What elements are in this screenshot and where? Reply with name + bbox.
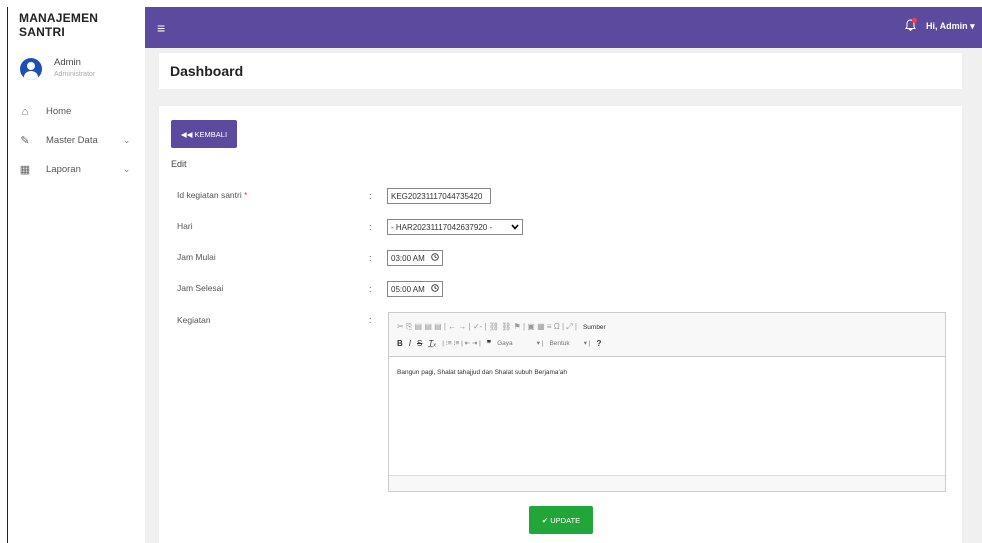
- colon: :: [369, 253, 372, 263]
- clock-icon: [431, 253, 439, 263]
- sidebar-item-laporan[interactable]: ▦ Laporan ⌄: [8, 155, 145, 184]
- sidebar-item-home[interactable]: ⌂ Home: [8, 97, 145, 126]
- source-button[interactable]: Sumber: [583, 324, 606, 331]
- jam-mulai-label: Jam Mulai: [177, 252, 216, 262]
- jam-selesai-value: 05:00 AM: [391, 284, 425, 294]
- hari-select[interactable]: - HAR20231117042637920 -: [387, 219, 523, 235]
- sidebar-item-master-data[interactable]: ✎ Master Data ⌄: [8, 126, 145, 155]
- style-dropdown[interactable]: Gaya: [497, 340, 513, 347]
- user-role: Administrator: [54, 70, 96, 78]
- user-name: Admin: [54, 56, 81, 68]
- italic-icon[interactable]: I: [409, 339, 411, 348]
- brand-title: MANAJEMEN SANTRI: [19, 11, 99, 39]
- remove-format-icon[interactable]: T̲ₓ: [428, 339, 436, 348]
- id-kegiatan-label-text: Id kegiatan santri: [177, 190, 242, 200]
- page-header: Dashboard: [159, 53, 962, 89]
- editor-tools-icons[interactable]: ✂ ⎘ ▤ ▤ ▤ | ← → | ✓- | ⛓ ⛓ ⚑ | ▣ ▦ ≡ Ω |…: [397, 322, 577, 332]
- user-panel: Admin Administrator: [8, 43, 145, 87]
- sidebar-item-label: Laporan: [46, 164, 81, 175]
- home-icon: ⌂: [21, 105, 29, 118]
- colon: :: [369, 315, 372, 325]
- required-marker: *: [244, 190, 248, 200]
- editor-toolbar-row-2: B I S T̲ₓ | ⁝≡ ⁝≡ | ⇤ ⇥ | ❞ Gaya ▾ | Ben…: [397, 335, 937, 351]
- section-label: Edit: [171, 159, 187, 169]
- editor-toolbar-row-1: ✂ ⎘ ▤ ▤ ▤ | ← → | ✓- | ⛓ ⛓ ⚑ | ▣ ▦ ≡ Ω |…: [397, 319, 937, 335]
- edit-icon: ✎: [20, 135, 30, 147]
- topbar: ≡ Hi, Admin ▾: [145, 7, 982, 48]
- sidebar-item-label: Master Data: [46, 135, 98, 146]
- clock-icon: [431, 284, 439, 294]
- jam-mulai-input[interactable]: 03:00 AM: [387, 250, 443, 266]
- sidebar: MANAJEMEN SANTRI Admin Administrator ⌂ H…: [7, 7, 145, 543]
- chevron-down-icon: ⌄: [123, 164, 131, 174]
- notification-dot: [912, 18, 917, 23]
- list-icons[interactable]: | ⁝≡ ⁝≡ | ⇤ ⇥ |: [442, 339, 481, 347]
- colon: :: [369, 222, 372, 232]
- calendar-icon: ▦: [19, 164, 31, 176]
- update-button[interactable]: ✔ UPDATE: [529, 506, 593, 534]
- id-kegiatan-input[interactable]: KEG20231117044735420: [387, 188, 491, 204]
- jam-selesai-label: Jam Selesai: [177, 283, 224, 293]
- chevron-down-icon: ▾ |: [583, 340, 591, 347]
- form-card: ◀◀ KEMBALI Edit Id kegiatan santri * : K…: [159, 106, 962, 543]
- jam-mulai-value: 03:00 AM: [391, 253, 425, 263]
- user-menu[interactable]: Hi, Admin ▾: [926, 21, 975, 32]
- avatar: [20, 57, 42, 80]
- hari-label: Hari: [177, 221, 193, 231]
- hamburger-menu-icon[interactable]: ≡: [157, 20, 165, 36]
- editor-content[interactable]: Bangun pagi, Shalat tahajjud dan Shalat …: [389, 357, 945, 475]
- chevron-down-icon: ▾ |: [536, 340, 544, 347]
- page-title: Dashboard: [170, 63, 244, 79]
- editor-resize-bar[interactable]: [389, 475, 945, 491]
- bold-icon[interactable]: B: [397, 339, 403, 348]
- help-icon[interactable]: ?: [596, 339, 601, 348]
- sidebar-menu: ⌂ Home ✎ Master Data ⌄ ▦ Laporan ⌄: [8, 97, 145, 184]
- hari-select-value: - HAR20231117042637920 -: [391, 222, 493, 232]
- colon: :: [369, 191, 372, 201]
- chevron-down-icon: ⌄: [123, 135, 131, 145]
- blockquote-icon[interactable]: ❞: [487, 339, 491, 348]
- strikethrough-icon[interactable]: S: [417, 339, 422, 348]
- format-dropdown[interactable]: Bentuk: [549, 340, 569, 347]
- rich-text-editor: ✂ ⎘ ▤ ▤ ▤ | ← → | ✓- | ⛓ ⛓ ⚑ | ▣ ▦ ≡ Ω |…: [388, 312, 946, 492]
- editor-toolbar: ✂ ⎘ ▤ ▤ ▤ | ← → | ✓- | ⛓ ⛓ ⚑ | ▣ ▦ ≡ Ω |…: [389, 313, 945, 357]
- id-kegiatan-label: Id kegiatan santri *: [177, 190, 247, 200]
- kegiatan-label: Kegiatan: [177, 315, 211, 325]
- main-content: Dashboard ◀◀ KEMBALI Edit Id kegiatan sa…: [145, 48, 982, 543]
- back-button[interactable]: ◀◀ KEMBALI: [171, 120, 237, 148]
- colon: :: [369, 284, 372, 294]
- jam-selesai-input[interactable]: 05:00 AM: [387, 281, 443, 297]
- chevron-down-icon: [511, 224, 519, 230]
- sidebar-item-label: Home: [46, 106, 72, 117]
